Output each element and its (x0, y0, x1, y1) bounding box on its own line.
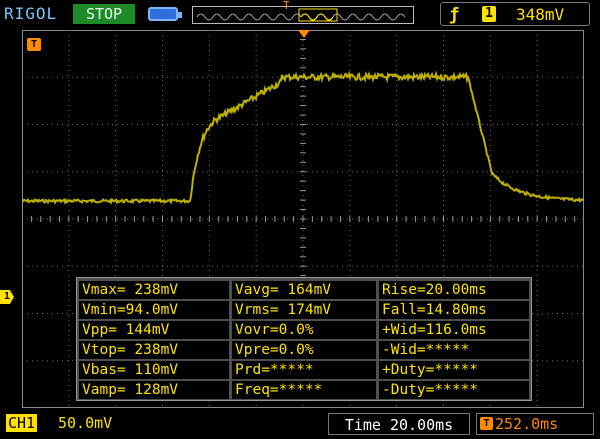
battery-icon (148, 7, 182, 21)
measurement-cell: Vmax= 238mV (79, 281, 229, 299)
trigger-position-marker[interactable] (298, 30, 310, 38)
measurement-cell: Vpp= 144mV (79, 321, 229, 339)
measurement-cell: +Duty=***** (379, 361, 529, 379)
measurement-cell: Prd=***** (232, 361, 376, 379)
measurement-cell: -Duty=***** (379, 381, 529, 399)
trigger-tag-icon: T (27, 38, 41, 51)
bottom-status-bar: CH1 50.0mV Time 20.00ms T 252.0ms (0, 411, 600, 439)
memory-overview-strip (192, 6, 414, 24)
memory-wave-icon (196, 8, 406, 22)
measurement-cell: -Wid=***** (379, 341, 529, 359)
measurement-row: Vtop= 238mV Vpre=0.0% -Wid=***** (77, 340, 531, 360)
measurement-row: Vmin=94.0mV Vrms= 174mV Fall=14.80ms (77, 300, 531, 320)
run-stop-indicator[interactable]: STOP (73, 4, 135, 24)
measurement-cell: Fall=14.80ms (379, 301, 529, 319)
trigger-offset-value: 252.0ms (495, 415, 559, 433)
memory-trigger-marker: T (283, 0, 290, 12)
measurement-cell: +Wid=116.0ms (379, 321, 529, 339)
channel1-offset-marker[interactable]: 1 (0, 290, 14, 304)
measurement-row: Vmax= 238mV Vavg= 164mV Rise=20.00ms (77, 280, 531, 300)
measurement-cell: Vbas= 110mV (79, 361, 229, 379)
channel1-scale: 50.0mV (58, 414, 113, 432)
trigger-level: 348mV (516, 5, 565, 24)
brand-logo: RIGOL (4, 4, 58, 23)
trigger-info-box[interactable] (440, 2, 590, 26)
measurement-cell: Vtop= 238mV (79, 341, 229, 359)
rising-edge-icon: ƒ (449, 5, 460, 25)
measurement-cell: Vavg= 164mV (232, 281, 376, 299)
measurement-cell: Freq=***** (232, 381, 376, 399)
status-bar: RIGOL STOP T ƒ 1 348mV (0, 0, 600, 30)
timebase-readout[interactable]: Time 20.00ms (328, 413, 470, 435)
measurement-row: Vamp= 128mV Freq=***** -Duty=***** (77, 380, 531, 400)
measurement-cell: Vovr=0.0% (232, 321, 376, 339)
measurement-cell: Vmin=94.0mV (79, 301, 229, 319)
channel1-label[interactable]: CH1 (6, 414, 38, 432)
measurement-cell: Vamp= 128mV (79, 381, 229, 399)
trigger-channel-badge: 1 (482, 6, 496, 22)
measurement-cell: Vrms= 174mV (232, 301, 376, 319)
measurement-cell: Vpre=0.0% (232, 341, 376, 359)
measurement-cell: Rise=20.00ms (379, 281, 529, 299)
trigger-offset-icon: T (480, 417, 493, 430)
measurement-panel: Vmax= 238mV Vavg= 164mV Rise=20.00ms Vmi… (76, 277, 532, 401)
measurement-row: Vbas= 110mV Prd=***** +Duty=***** (77, 360, 531, 380)
measurement-row: Vpp= 144mV Vovr=0.0% +Wid=116.0ms (77, 320, 531, 340)
